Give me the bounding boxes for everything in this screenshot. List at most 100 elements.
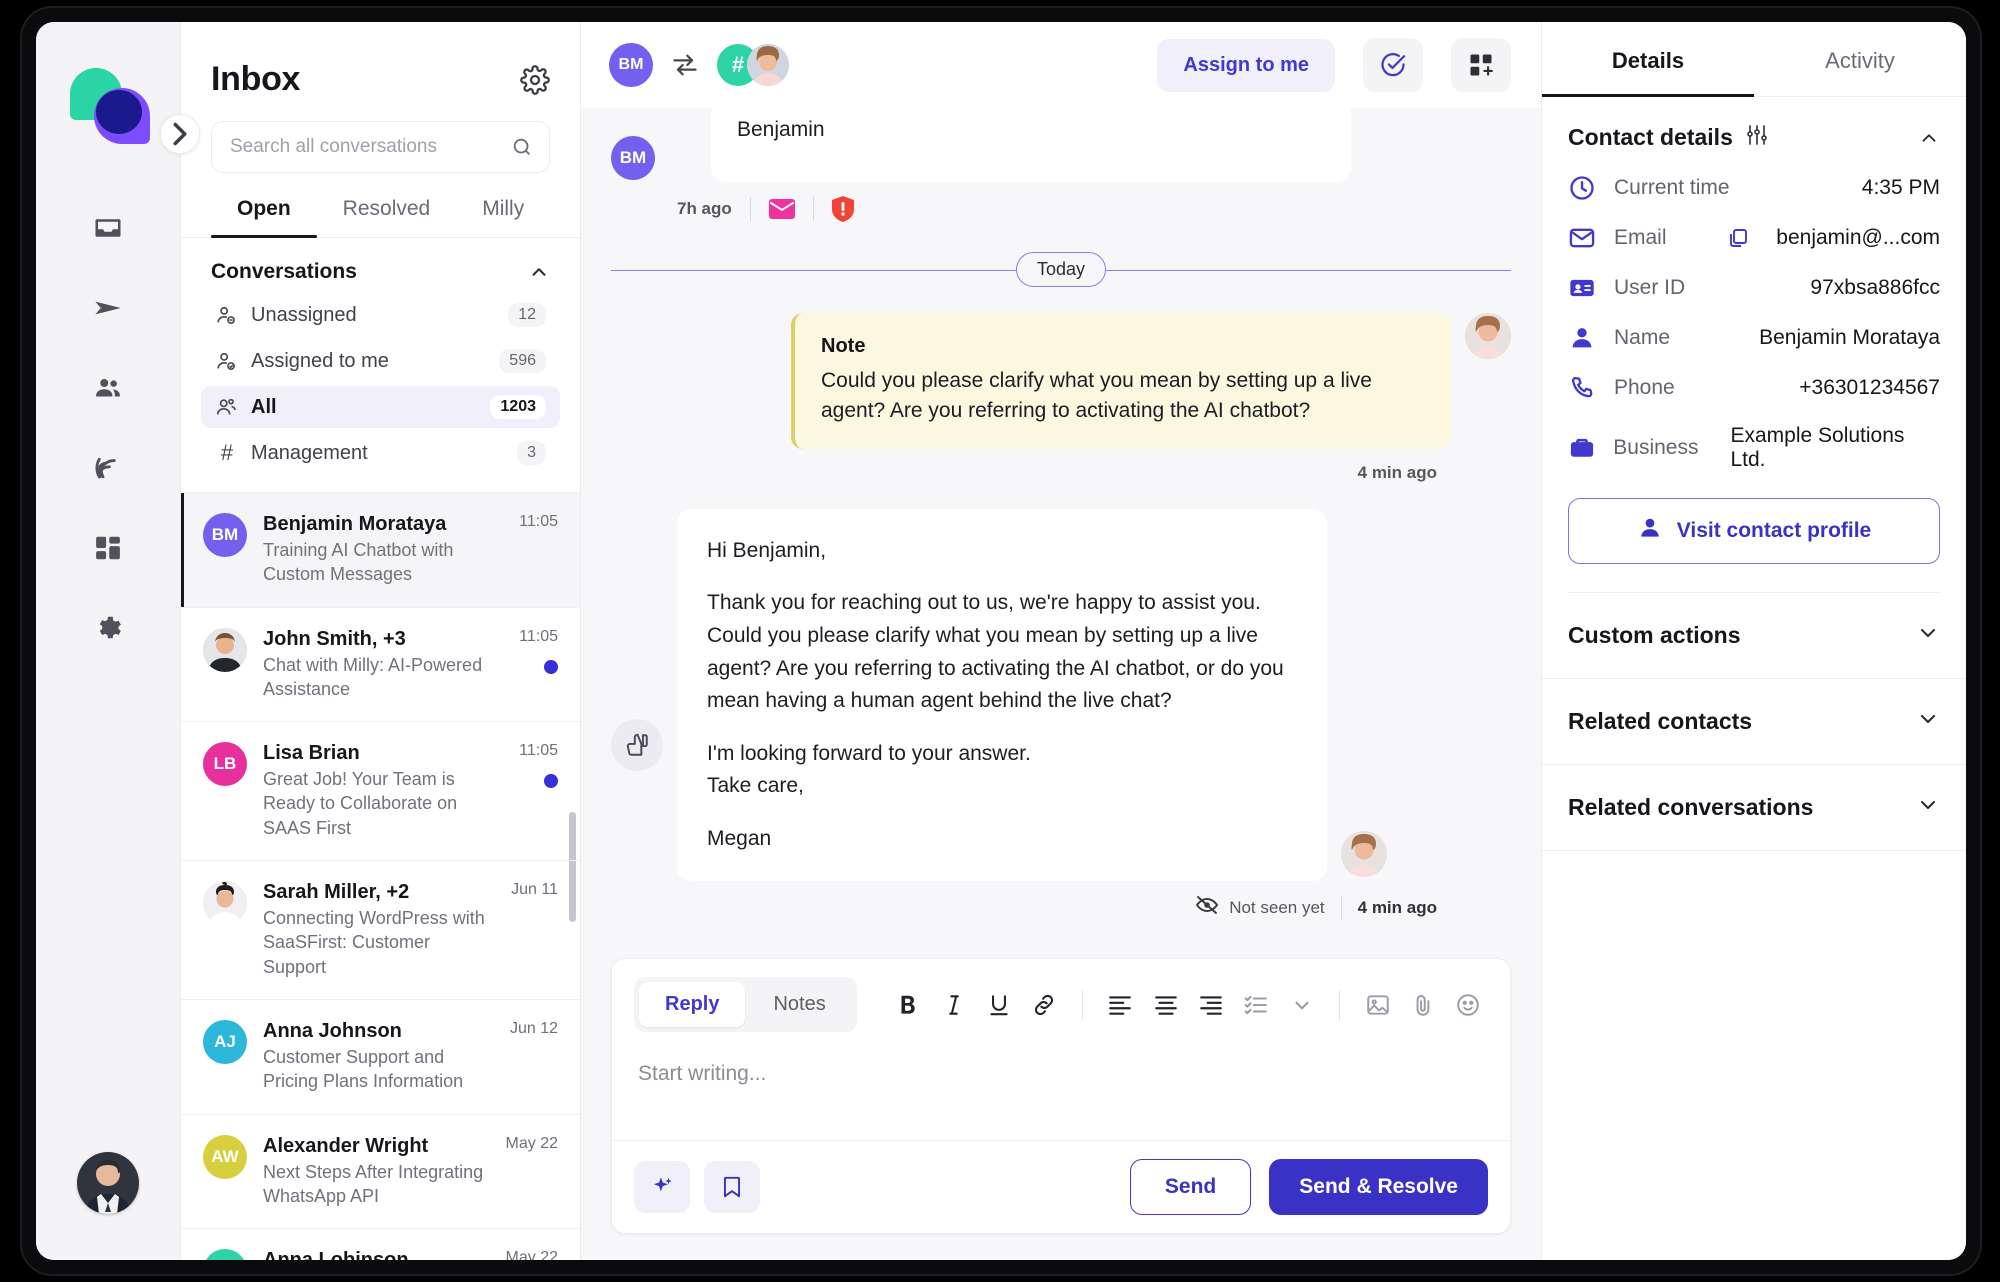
conversation-name: Alexander Wright — [263, 1134, 429, 1157]
dashboard-icon[interactable] — [86, 526, 130, 570]
add-app-icon[interactable] — [1451, 38, 1511, 92]
ai-sparkle-icon[interactable] — [634, 1161, 690, 1213]
conversation-name: Lisa Brian — [263, 742, 360, 765]
screenshot-root: Inbox Open Resolved Mil — [0, 0, 2000, 1282]
avatar: AJ — [203, 1019, 247, 1064]
tab-details[interactable]: Details — [1542, 22, 1754, 97]
conversation-list-panel: Inbox Open Resolved Mil — [181, 22, 581, 1260]
list-item[interactable]: AL Anna Lobinson May 22 — [181, 1228, 580, 1260]
conversation-name: Benjamin Morataya — [263, 513, 447, 535]
detail-row-user-id: User ID 97xbsa886fcc — [1568, 274, 1940, 302]
section-custom-actions[interactable]: Custom actions — [1542, 593, 1966, 679]
send-button[interactable]: Send — [1129, 1159, 1252, 1215]
attachment-icon[interactable] — [1403, 982, 1442, 1028]
emoji-icon[interactable] — [1449, 982, 1488, 1028]
tab-resolved[interactable]: Resolved — [317, 197, 457, 237]
conversation-contact-avatar[interactable]: BM — [609, 43, 653, 87]
send-and-resolve-button[interactable]: Send & Resolve — [1269, 1159, 1488, 1215]
device-frame: Inbox Open Resolved Mil — [22, 8, 1980, 1274]
underline-icon[interactable] — [979, 982, 1018, 1028]
message-input[interactable]: Start writing... — [612, 1044, 1510, 1140]
seen-status: Not seen yet — [1195, 895, 1325, 920]
visit-contact-profile-button[interactable]: Visit contact profile — [1568, 498, 1940, 564]
search-box[interactable] — [211, 121, 550, 173]
broadcast-icon[interactable] — [86, 446, 130, 490]
assign-to-me-button[interactable]: Assign to me — [1157, 38, 1335, 92]
section-related-contacts[interactable]: Related contacts — [1542, 679, 1966, 765]
conversation-snippet: Training AI Chatbot with Custom Messages — [263, 540, 454, 585]
tab-milly[interactable]: Milly — [456, 197, 550, 237]
tab-notes[interactable]: Notes — [747, 982, 851, 1027]
chevron-up-icon[interactable] — [528, 261, 550, 283]
italic-icon[interactable] — [934, 982, 973, 1028]
detail-row-business: Business Example Solutions Ltd. — [1568, 424, 1940, 472]
image-icon[interactable] — [1358, 982, 1397, 1028]
expand-sidebar-button[interactable] — [160, 114, 200, 154]
message-incoming: BM Benjamin — [611, 108, 1511, 182]
email-icon — [1568, 224, 1598, 252]
avatar-initials: BM — [211, 525, 239, 544]
sidebar-item-all[interactable]: All 1203 — [201, 386, 560, 428]
list-item[interactable]: John Smith, +3 Chat with Milly: AI-Power… — [181, 606, 580, 722]
conversation-time: May 22 — [505, 1249, 558, 1260]
bold-icon[interactable] — [889, 982, 928, 1028]
copy-icon[interactable] — [1726, 226, 1750, 250]
section-title: Custom actions — [1568, 622, 1741, 648]
align-left-icon[interactable] — [1101, 982, 1140, 1028]
chevron-up-icon[interactable] — [1918, 127, 1940, 149]
checklist-icon[interactable] — [1237, 982, 1276, 1028]
section-title: Related conversations — [1568, 794, 1814, 820]
detail-value: +36301234567 — [1799, 376, 1940, 399]
align-right-icon[interactable] — [1191, 982, 1230, 1028]
reply-paragraph: Hi Benjamin, — [707, 538, 827, 562]
search-input[interactable] — [230, 136, 501, 158]
list-item[interactable]: AW Alexander Wright Next Steps After Int… — [181, 1113, 580, 1229]
list-item[interactable]: BM Benjamin Morataya Training AI Chatbot… — [181, 492, 580, 607]
link-icon[interactable] — [1025, 982, 1064, 1028]
tab-activity[interactable]: Activity — [1754, 22, 1966, 96]
align-center-icon[interactable] — [1146, 982, 1185, 1028]
transfer-icon[interactable] — [671, 51, 699, 79]
tab-reply[interactable]: Reply — [639, 982, 746, 1027]
conversation-header: BM # Assign to me — [581, 22, 1541, 108]
contacts-icon[interactable] — [86, 366, 130, 410]
person-icon — [1568, 324, 1598, 352]
chevron-down-icon[interactable] — [1282, 982, 1321, 1028]
settings-icon[interactable] — [86, 606, 130, 650]
avatar: AW — [203, 1134, 247, 1179]
send-icon[interactable] — [86, 286, 130, 330]
detail-value: Example Solutions Ltd. — [1730, 424, 1905, 471]
inbox-settings-gear-icon[interactable] — [520, 64, 550, 95]
detail-label: Current time — [1614, 176, 1730, 199]
avatar-initials: LB — [213, 754, 237, 774]
saved-replies-bookmark-icon[interactable] — [704, 1161, 760, 1213]
sliders-icon[interactable] — [1745, 123, 1769, 152]
current-user-avatar[interactable] — [77, 1152, 139, 1214]
inbox-icon[interactable] — [86, 206, 130, 250]
avatar — [203, 627, 247, 672]
message-thread[interactable]: BM Benjamin 7h ago Today Note Could you … — [581, 108, 1541, 958]
message-composer: Reply Notes Start writing... Send Send &… — [611, 958, 1511, 1234]
sidebar-item-management[interactable]: # Management 3 — [201, 432, 560, 474]
thumbs-down-icon[interactable] — [611, 719, 663, 772]
conversation-snippet: Chat with Milly: AI-Powered Assistance — [263, 654, 483, 699]
conversation-list[interactable]: BM Benjamin Morataya Training AI Chatbot… — [181, 492, 580, 1260]
folder-count: 12 — [508, 303, 546, 327]
folder-count: 3 — [517, 441, 546, 465]
hash-icon: # — [220, 440, 234, 465]
detail-value: 4:35 PM — [1861, 176, 1940, 199]
sidebar-item-assigned-to-me[interactable]: Assigned to me 596 — [201, 340, 560, 382]
assignee-stack[interactable]: # — [717, 44, 789, 86]
reply-author-avatar — [1341, 831, 1387, 878]
avatar-initials: BM — [618, 56, 644, 73]
resolve-check-icon[interactable] — [1363, 38, 1423, 92]
tab-open[interactable]: Open — [211, 197, 317, 238]
list-item[interactable]: AJ Anna Johnson Customer Support and Pri… — [181, 998, 580, 1114]
conversation-snippet: Customer Support and Pricing Plans Infor… — [263, 1046, 464, 1092]
assignee-avatar — [747, 44, 789, 86]
section-related-conversations[interactable]: Related conversations — [1542, 765, 1966, 851]
sidebar-item-unassigned[interactable]: Unassigned 12 — [201, 294, 560, 336]
list-item[interactable]: Sarah Miller, +2 Connecting WordPress wi… — [181, 860, 580, 999]
list-item[interactable]: LB Lisa Brian Great Job! Your Team is Re… — [181, 721, 580, 860]
section-title: Related contacts — [1568, 708, 1753, 734]
